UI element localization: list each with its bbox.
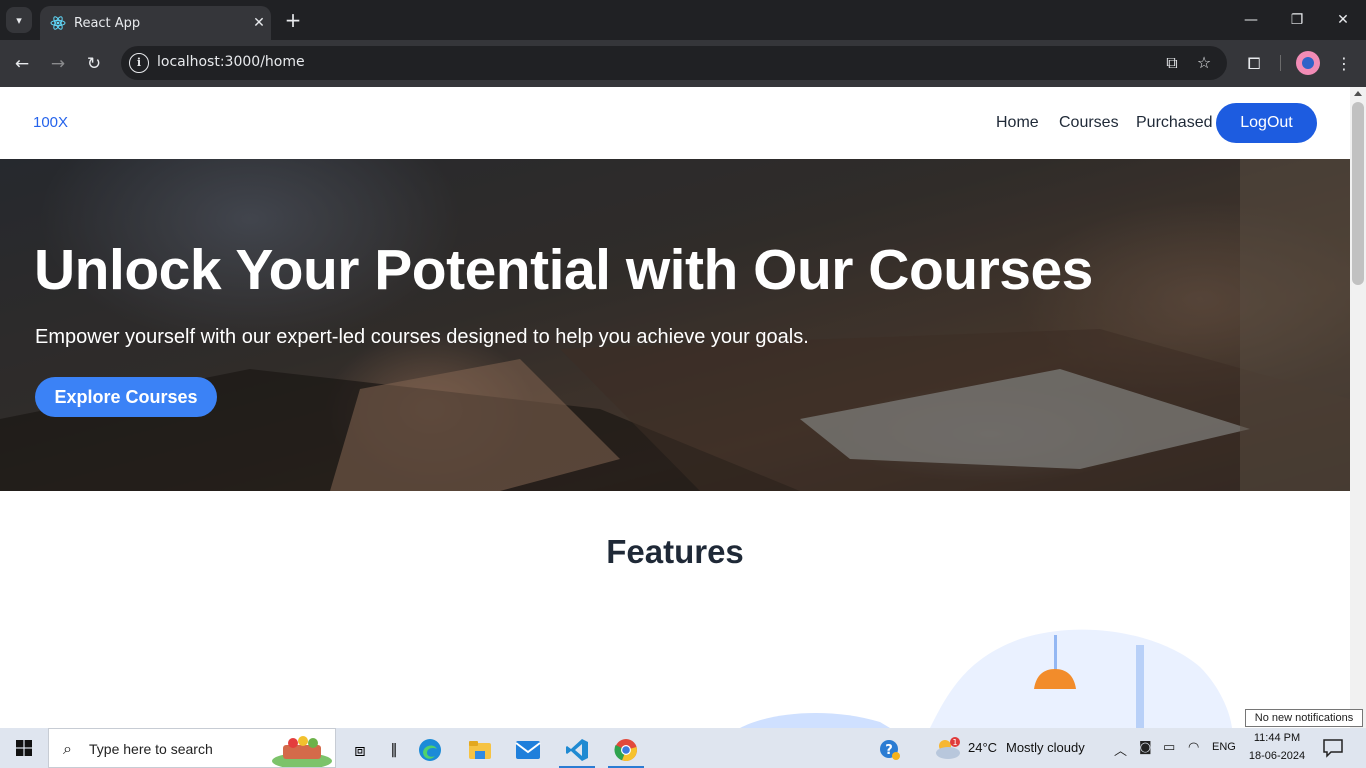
profile-avatar[interactable] (1296, 51, 1320, 75)
scroll-thumb[interactable] (1352, 102, 1364, 285)
mail-icon[interactable] (508, 732, 548, 768)
site-navbar: 100X Home Courses Purchased LogOut (0, 87, 1350, 159)
menu-icon[interactable]: ⋮ (1332, 52, 1356, 76)
address-bar[interactable]: i localhost:3000/home ⧉ ☆ (121, 46, 1227, 80)
page-scrollbar[interactable] (1350, 87, 1366, 728)
forward-icon[interactable]: → (46, 52, 70, 76)
notification-tooltip: No new notifications (1245, 709, 1363, 727)
window-close-icon[interactable]: ✕ (1328, 8, 1358, 32)
file-explorer-icon[interactable] (460, 732, 500, 768)
new-tab-icon[interactable]: + (282, 8, 304, 32)
hero-section: Unlock Your Potential with Our Courses E… (0, 159, 1350, 491)
notification-center-icon[interactable] (1322, 738, 1344, 758)
weather-temperature[interactable]: 24°C (968, 740, 997, 755)
explore-courses-button[interactable]: Explore Courses (35, 377, 217, 417)
restore-icon[interactable]: ❐ (1282, 8, 1312, 32)
tab-search-icon[interactable]: ▾ (6, 7, 32, 33)
windows-taskbar: ⌕ Type here to search ⧈ ‖ ? 1 24°C Mostl… (0, 728, 1366, 768)
weather-description[interactable]: Mostly cloudy (1006, 740, 1085, 755)
help-icon[interactable]: ? (870, 732, 910, 768)
features-heading: Features (606, 533, 744, 570)
wifi-icon[interactable]: ◠ (1188, 740, 1199, 755)
url-text[interactable]: localhost:3000/home (157, 54, 305, 70)
scroll-up-icon[interactable] (1354, 91, 1362, 96)
browser-tab-bar: ▾ React App ✕ + — ❐ ✕ (0, 0, 1366, 40)
clock-time[interactable]: 11:44 PM (1248, 732, 1306, 744)
hero-title: Unlock Your Potential with Our Courses (34, 238, 1093, 302)
hero-subtitle: Empower yourself with our expert-led cou… (35, 326, 809, 348)
hero-overlay (0, 159, 1350, 491)
nav-link-home[interactable]: Home (996, 114, 1039, 132)
widgets-divider-icon: ‖ (390, 742, 398, 758)
chrome-icon[interactable] (606, 732, 646, 768)
battery-icon[interactable]: ▭ (1163, 740, 1175, 755)
weather-badge: 1 (952, 738, 957, 747)
logout-button[interactable]: LogOut (1216, 103, 1317, 143)
back-icon[interactable]: ← (10, 52, 34, 76)
nav-link-courses[interactable]: Courses (1059, 114, 1119, 132)
nav-link-purchased[interactable]: Purchased (1136, 114, 1213, 132)
vscode-icon[interactable] (557, 732, 597, 768)
tab-title: React App (74, 15, 141, 31)
features-illustration (740, 629, 1232, 728)
brand-logo[interactable]: 100X (33, 114, 68, 131)
react-favicon-icon (50, 16, 66, 30)
bookmark-star-icon[interactable]: ☆ (1193, 53, 1215, 73)
browser-toolbar: ← → ↻ i localhost:3000/home ⧉ ☆ ⧠ ⋮ (0, 40, 1366, 87)
windows-start-icon[interactable] (16, 740, 32, 756)
extensions-icon[interactable]: ⧠ (1242, 52, 1266, 76)
meet-now-icon[interactable]: ◙ (1139, 740, 1152, 755)
svg-text:?: ? (885, 743, 893, 758)
close-icon[interactable]: ✕ (247, 15, 271, 31)
search-placeholder[interactable]: Type here to search (89, 741, 213, 757)
install-app-icon[interactable]: ⧉ (1161, 53, 1183, 73)
taskbar-search-box[interactable]: ⌕ Type here to search (48, 728, 336, 768)
toolbar-divider (1280, 55, 1281, 71)
chevron-up-icon[interactable]: ︿ (1114, 740, 1127, 759)
page-viewport: 100X Home Courses Purchased LogOut Unloc… (0, 87, 1350, 728)
reload-icon[interactable]: ↻ (82, 52, 106, 76)
language-indicator[interactable]: ENG (1212, 741, 1236, 753)
site-info-icon[interactable]: i (129, 53, 149, 73)
weather-cloud-icon[interactable]: 1 (934, 736, 962, 760)
browser-tab[interactable]: React App ✕ (40, 6, 271, 40)
clock-date[interactable]: 18-06-2024 (1246, 750, 1308, 762)
search-icon: ⌕ (63, 739, 72, 758)
edge-icon[interactable] (410, 732, 450, 768)
search-highlight-image (272, 736, 332, 767)
minimize-icon[interactable]: — (1236, 8, 1266, 32)
